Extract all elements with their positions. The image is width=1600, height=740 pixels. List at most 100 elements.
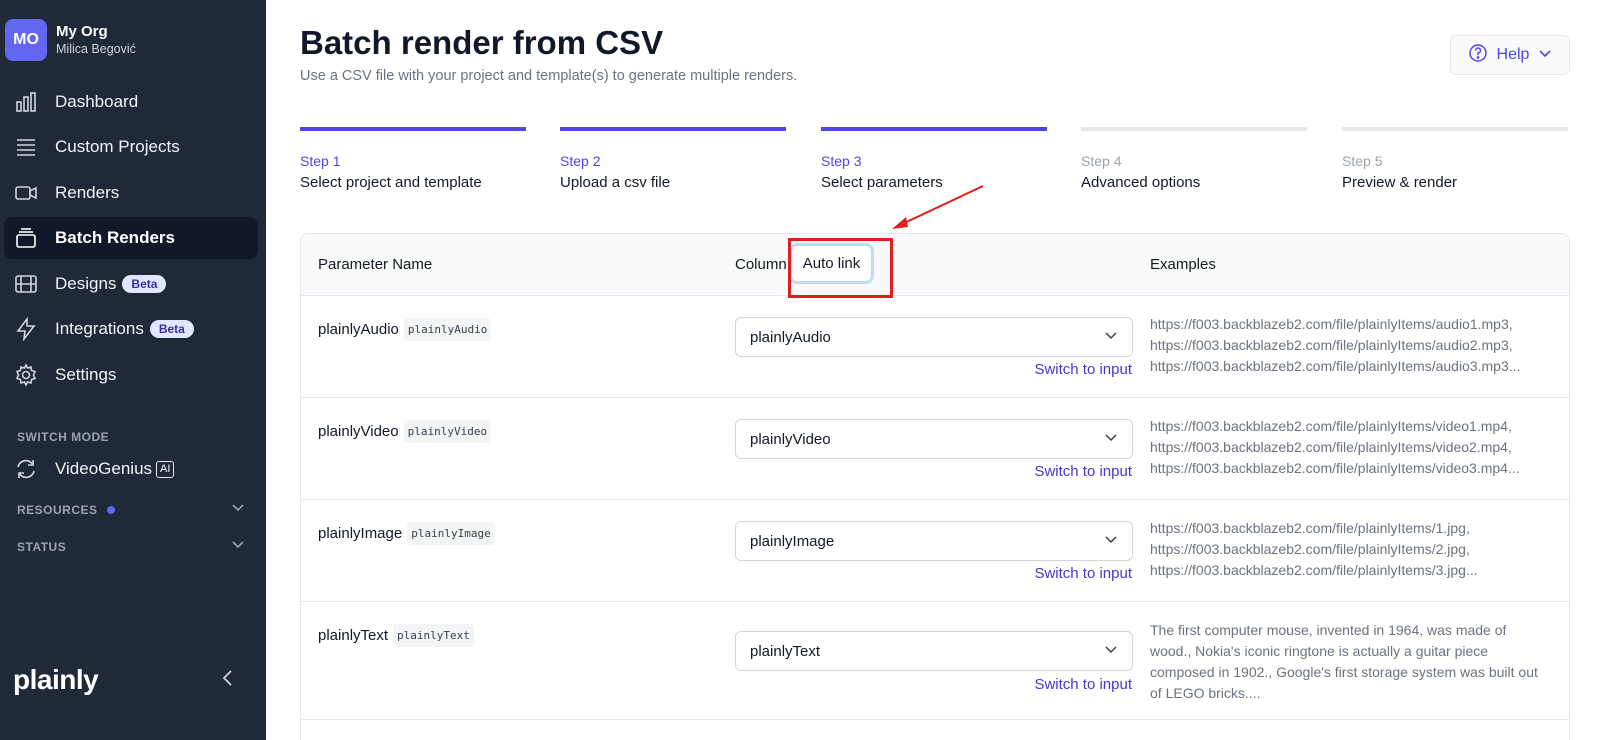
sidebar-item-label: Dashboard xyxy=(55,92,139,111)
switch-to-input-link[interactable]: Switch to input xyxy=(1034,463,1132,480)
refresh-icon xyxy=(13,456,39,482)
video-camera-icon xyxy=(13,180,39,206)
page-title: Batch render from CSV xyxy=(300,24,664,61)
resources-label: RESOURCES xyxy=(17,502,98,517)
sidebar-item-batch-renders[interactable]: Batch Renders xyxy=(4,217,258,259)
beta-badge: Beta xyxy=(149,320,194,338)
column-header-examples: Examples xyxy=(1150,256,1216,273)
help-button[interactable]: Help xyxy=(1450,35,1570,75)
step-progress-bar xyxy=(300,127,526,131)
selected-column: plainlyVideo xyxy=(750,430,831,448)
step-progress-bar xyxy=(1342,127,1568,131)
step-number: Step 2 xyxy=(560,153,601,169)
column-select[interactable]: plainlyText xyxy=(735,631,1133,671)
column-header-column: Column xyxy=(735,256,787,273)
step-progress-bar xyxy=(821,127,1047,131)
example-line: https://f003.backblazeb2.com/file/plainl… xyxy=(1150,316,1513,332)
user-name: Milica Begović xyxy=(56,42,136,56)
chevron-down-icon xyxy=(1538,46,1552,65)
parameters-table: Parameter Name Column Auto link Examples… xyxy=(300,233,1570,740)
lightning-icon xyxy=(13,316,39,342)
annotation-arrow-icon xyxy=(892,185,984,229)
switch-to-input-link[interactable]: Switch to input xyxy=(1034,361,1132,378)
page-subtitle: Use a CSV file with your project and tem… xyxy=(300,68,798,84)
beta-badge: Beta xyxy=(122,275,167,293)
chevron-down-icon xyxy=(1104,328,1118,346)
step-2[interactable]: Step 2 Upload a csv file xyxy=(560,127,786,191)
parameter-name: plainlyImage xyxy=(318,525,403,542)
sidebar-item-renders[interactable]: Renders xyxy=(4,172,258,214)
collapse-sidebar-button[interactable] xyxy=(218,668,238,693)
help-label: Help xyxy=(1496,46,1530,63)
column-select[interactable]: plainlyVideo xyxy=(735,419,1133,459)
step-name: Select project and template xyxy=(300,174,482,191)
parameter-key: plainlyAudio xyxy=(403,318,492,341)
sidebar-item-label: Batch Renders xyxy=(55,228,175,247)
example-line: https://f003.backblazeb2.com/file/plainl… xyxy=(1150,439,1512,455)
table-row: plainlyAudio plainlyAudio plainlyAudio S… xyxy=(301,296,1569,398)
chevron-down-icon xyxy=(231,537,245,556)
org-avatar: MO xyxy=(5,19,47,61)
selected-column: plainlyText xyxy=(750,642,821,660)
column-select[interactable]: plainlyImage xyxy=(735,521,1133,561)
step-number: Step 1 xyxy=(300,153,341,169)
examples-text: The first computer mouse, invented in 19… xyxy=(1150,622,1538,701)
example-line: https://f003.backblazeb2.com/file/plainl… xyxy=(1150,358,1521,374)
parameter-key: plainlyText xyxy=(393,624,474,647)
org-switcher[interactable]: MO My Org Milica Begović xyxy=(5,19,136,61)
column-select[interactable]: plainlyAudio xyxy=(735,317,1133,357)
parameter-key: plainlyImage xyxy=(407,522,495,545)
chevron-left-icon xyxy=(218,670,238,692)
chevron-down-icon xyxy=(1104,430,1118,448)
chevron-down-icon xyxy=(231,500,245,519)
status-label: STATUS xyxy=(17,539,67,554)
sidebar-item-label: Settings xyxy=(55,365,117,384)
layers-icon xyxy=(13,225,39,251)
step-name: Upload a csv file xyxy=(560,174,671,191)
parameter-key: plainlyVideo xyxy=(403,420,492,443)
sidebar-item-label: Integrations xyxy=(55,319,144,338)
table-row: plainlyVideo plainlyVideo plainlyVideo S… xyxy=(301,398,1569,500)
sidebar-item-custom-projects[interactable]: Custom Projects xyxy=(4,126,258,168)
step-progress-bar xyxy=(560,127,786,131)
sidebar-item-label: Custom Projects xyxy=(55,137,180,156)
switch-mode-label: SWITCH MODE xyxy=(17,430,110,444)
chevron-down-icon xyxy=(1104,642,1118,660)
examples-text: https://f003.backblazeb2.com/file/plainl… xyxy=(1150,416,1550,479)
sidebar-item-designs[interactable]: Designs Beta xyxy=(4,263,258,305)
sidebar-item-integrations[interactable]: Integrations Beta xyxy=(4,308,258,350)
step-5[interactable]: Step 5 Preview & render xyxy=(1342,127,1568,191)
step-4[interactable]: Step 4 Advanced options xyxy=(1081,127,1307,191)
question-circle-icon xyxy=(1468,43,1488,68)
org-name: My Org xyxy=(56,23,108,40)
gear-icon xyxy=(13,362,39,388)
notification-dot xyxy=(106,505,115,514)
sidebar-item-settings[interactable]: Settings xyxy=(4,354,258,396)
examples-text: https://f003.backblazeb2.com/file/plainl… xyxy=(1150,518,1550,581)
step-progress-bar xyxy=(1081,127,1307,131)
table-header: Parameter Name Column Auto link Examples xyxy=(301,234,1569,296)
sidebar-item-videogenius[interactable]: VideoGenius AI xyxy=(4,448,258,490)
annotation-highlight-box xyxy=(788,238,893,298)
resources-toggle[interactable]: RESOURCES xyxy=(17,500,245,519)
example-line: https://f003.backblazeb2.com/file/plainl… xyxy=(1150,337,1513,353)
selected-column: plainlyImage xyxy=(750,532,835,550)
example-line: https://f003.backblazeb2.com/file/plainl… xyxy=(1150,562,1478,578)
switch-to-input-link[interactable]: Switch to input xyxy=(1034,565,1132,582)
parameter-name: plainlyAudio xyxy=(318,321,399,338)
status-toggle[interactable]: STATUS xyxy=(17,537,245,556)
sidebar-item-dashboard[interactable]: Dashboard xyxy=(4,81,258,123)
parameter-name: plainlyVideo xyxy=(318,423,399,440)
step-name: Advanced options xyxy=(1081,174,1201,191)
selected-column: plainlyAudio xyxy=(750,328,831,346)
sidebar-item-label: VideoGenius xyxy=(55,459,153,478)
example-line: https://f003.backblazeb2.com/file/plainl… xyxy=(1150,418,1512,434)
main-content: Batch render from CSV Use a CSV file wit… xyxy=(266,0,1600,740)
examples-text: https://f003.backblazeb2.com/file/plainl… xyxy=(1150,314,1550,377)
sidebar-item-label: Renders xyxy=(55,183,120,202)
film-icon xyxy=(13,271,39,297)
step-name: Preview & render xyxy=(1342,174,1458,191)
step-3[interactable]: Step 3 Select parameters xyxy=(821,127,1047,191)
step-1[interactable]: Step 1 Select project and template xyxy=(300,127,526,191)
switch-to-input-link[interactable]: Switch to input xyxy=(1034,676,1132,693)
